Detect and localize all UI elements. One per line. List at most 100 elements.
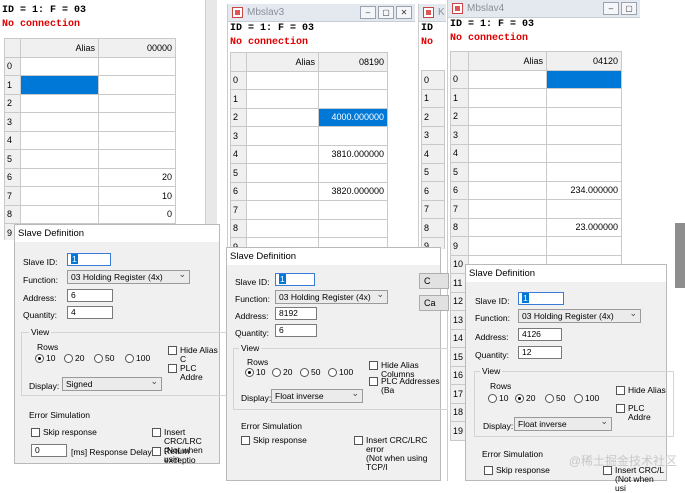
alias-cell[interactable]	[20, 93, 99, 113]
rows-10-radio[interactable]: 10	[245, 367, 265, 377]
value-cell[interactable]	[546, 236, 622, 256]
table-row[interactable]: 8	[421, 218, 445, 238]
plc-addresses-checkbox[interactable]: PLC Addresses (Ba	[369, 377, 440, 395]
title-bar[interactable]: K	[419, 4, 446, 22]
table-row[interactable]: 6 3820.000000	[230, 181, 388, 201]
value-cell[interactable]: 234.000000	[546, 180, 622, 200]
value-cell[interactable]	[98, 75, 176, 95]
value-cell[interactable]	[98, 112, 176, 132]
value-cell[interactable]	[98, 130, 176, 150]
value-cell[interactable]	[546, 143, 622, 163]
table-row[interactable]: 0	[450, 69, 622, 89]
skip-response-checkbox[interactable]: Skip response	[484, 466, 550, 475]
quantity-input[interactable]: 6	[275, 324, 317, 337]
value-cell[interactable]	[546, 125, 622, 145]
rows-50-radio[interactable]: 50	[94, 353, 114, 363]
table-row[interactable]: 7	[421, 199, 445, 219]
function-select[interactable]: 03 Holding Register (4x)	[518, 307, 641, 323]
value-cell[interactable]	[98, 56, 176, 76]
table-row[interactable]: 6 20	[4, 167, 176, 187]
value-cell[interactable]	[318, 89, 388, 109]
hide-alias-checkbox[interactable]: Hide Alias C	[168, 346, 219, 364]
value-cell[interactable]: 3810.000000	[318, 144, 388, 164]
value-cell[interactable]: 3820.000000	[318, 181, 388, 201]
table-row[interactable]: 3	[450, 125, 622, 145]
display-select[interactable]: Signed	[62, 375, 162, 391]
table-row[interactable]: 7 10	[4, 186, 176, 206]
alias-cell[interactable]	[468, 143, 547, 163]
alias-cell[interactable]	[20, 112, 99, 132]
rows-10-radio[interactable]: 10	[35, 353, 55, 363]
display-select[interactable]: Float inverse	[514, 415, 612, 431]
value-cell[interactable]: 20	[98, 167, 176, 187]
alias-cell[interactable]	[246, 89, 319, 109]
quantity-input[interactable]: 12	[518, 346, 562, 359]
insert-crc-checkbox[interactable]: Insert CRC/LRC error (Not when using TCP/…	[354, 436, 440, 472]
rows-20-radio[interactable]: 20	[272, 367, 292, 377]
table-row[interactable]: 2	[450, 106, 622, 126]
title-bar[interactable]: Mbslav4 – ▢	[448, 0, 640, 18]
rows-20-radio[interactable]: 20	[515, 393, 535, 403]
alias-cell[interactable]	[246, 200, 319, 220]
ok-button[interactable]: C	[419, 273, 449, 289]
value-cell[interactable]	[318, 163, 388, 183]
alias-cell[interactable]	[468, 88, 547, 108]
table-row[interactable]: 6 234.000000	[450, 180, 622, 200]
minimize-button[interactable]: –	[603, 2, 619, 15]
alias-cell[interactable]	[468, 199, 547, 219]
value-cell[interactable]	[546, 199, 622, 219]
table-row[interactable]: 4	[421, 144, 445, 164]
close-button[interactable]: ✕	[396, 6, 412, 19]
table-row[interactable]: 5	[450, 162, 622, 182]
rows-100-radio[interactable]: 100	[125, 353, 150, 363]
value-cell[interactable]	[546, 69, 622, 89]
insert-crc-checkbox[interactable]: Insert CRC/L (Not when usi	[603, 466, 666, 493]
table-row[interactable]: 2 4000.000000	[230, 107, 388, 127]
alias-cell[interactable]	[468, 69, 547, 89]
maximize-button[interactable]: ▢	[378, 6, 394, 19]
slave-id-input[interactable]: 1	[518, 292, 564, 305]
table-row[interactable]: 8 23.000000	[450, 217, 622, 237]
function-select[interactable]: 03 Holding Register (4x)	[275, 288, 388, 304]
alias-cell[interactable]	[20, 130, 99, 150]
alias-cell[interactable]	[246, 126, 319, 146]
table-row[interactable]: 8	[230, 218, 388, 238]
table-row[interactable]: 1	[450, 88, 622, 108]
alias-cell[interactable]	[246, 70, 319, 90]
value-cell[interactable]	[546, 88, 622, 108]
table-row[interactable]: 0	[4, 56, 176, 76]
table-row[interactable]: 3	[230, 126, 388, 146]
table-row[interactable]: 1	[4, 75, 176, 95]
rows-100-radio[interactable]: 100	[574, 393, 599, 403]
value-cell[interactable]	[98, 149, 176, 169]
table-row[interactable]: 4	[450, 143, 622, 163]
value-cell[interactable]	[318, 70, 388, 90]
table-row[interactable]: 0	[230, 70, 388, 90]
cancel-button[interactable]: Ca	[419, 295, 449, 311]
table-row[interactable]: 80	[4, 204, 176, 224]
alias-cell[interactable]	[20, 56, 99, 76]
function-select[interactable]: 03 Holding Register (4x)	[67, 268, 190, 284]
value-cell[interactable]: 23.000000	[546, 217, 622, 237]
skip-response-checkbox[interactable]: Skip response	[241, 436, 307, 445]
alias-cell[interactable]	[20, 75, 99, 95]
table-row[interactable]: 5	[230, 163, 388, 183]
alias-cell[interactable]	[20, 186, 99, 206]
rows-20-radio[interactable]: 20	[64, 353, 84, 363]
value-cell[interactable]: 4000.000000	[318, 107, 388, 127]
alias-cell[interactable]	[246, 218, 319, 238]
value-cell[interactable]	[318, 200, 388, 220]
table-row[interactable]: 3	[421, 125, 445, 145]
table-row[interactable]: 5	[421, 162, 445, 182]
table-row[interactable]: 1	[421, 88, 445, 108]
rows-50-radio[interactable]: 50	[545, 393, 565, 403]
address-input[interactable]: 4126	[518, 328, 562, 341]
table-row[interactable]: 7	[450, 199, 622, 219]
table-row[interactable]: 4	[4, 130, 176, 150]
alias-cell[interactable]	[468, 106, 547, 126]
alias-cell[interactable]	[20, 204, 99, 224]
return-exception-checkbox[interactable]: Return exceptio	[152, 447, 219, 465]
maximize-button[interactable]: ▢	[621, 2, 637, 15]
alias-cell[interactable]	[20, 149, 99, 169]
table-row[interactable]: 5	[4, 149, 176, 169]
